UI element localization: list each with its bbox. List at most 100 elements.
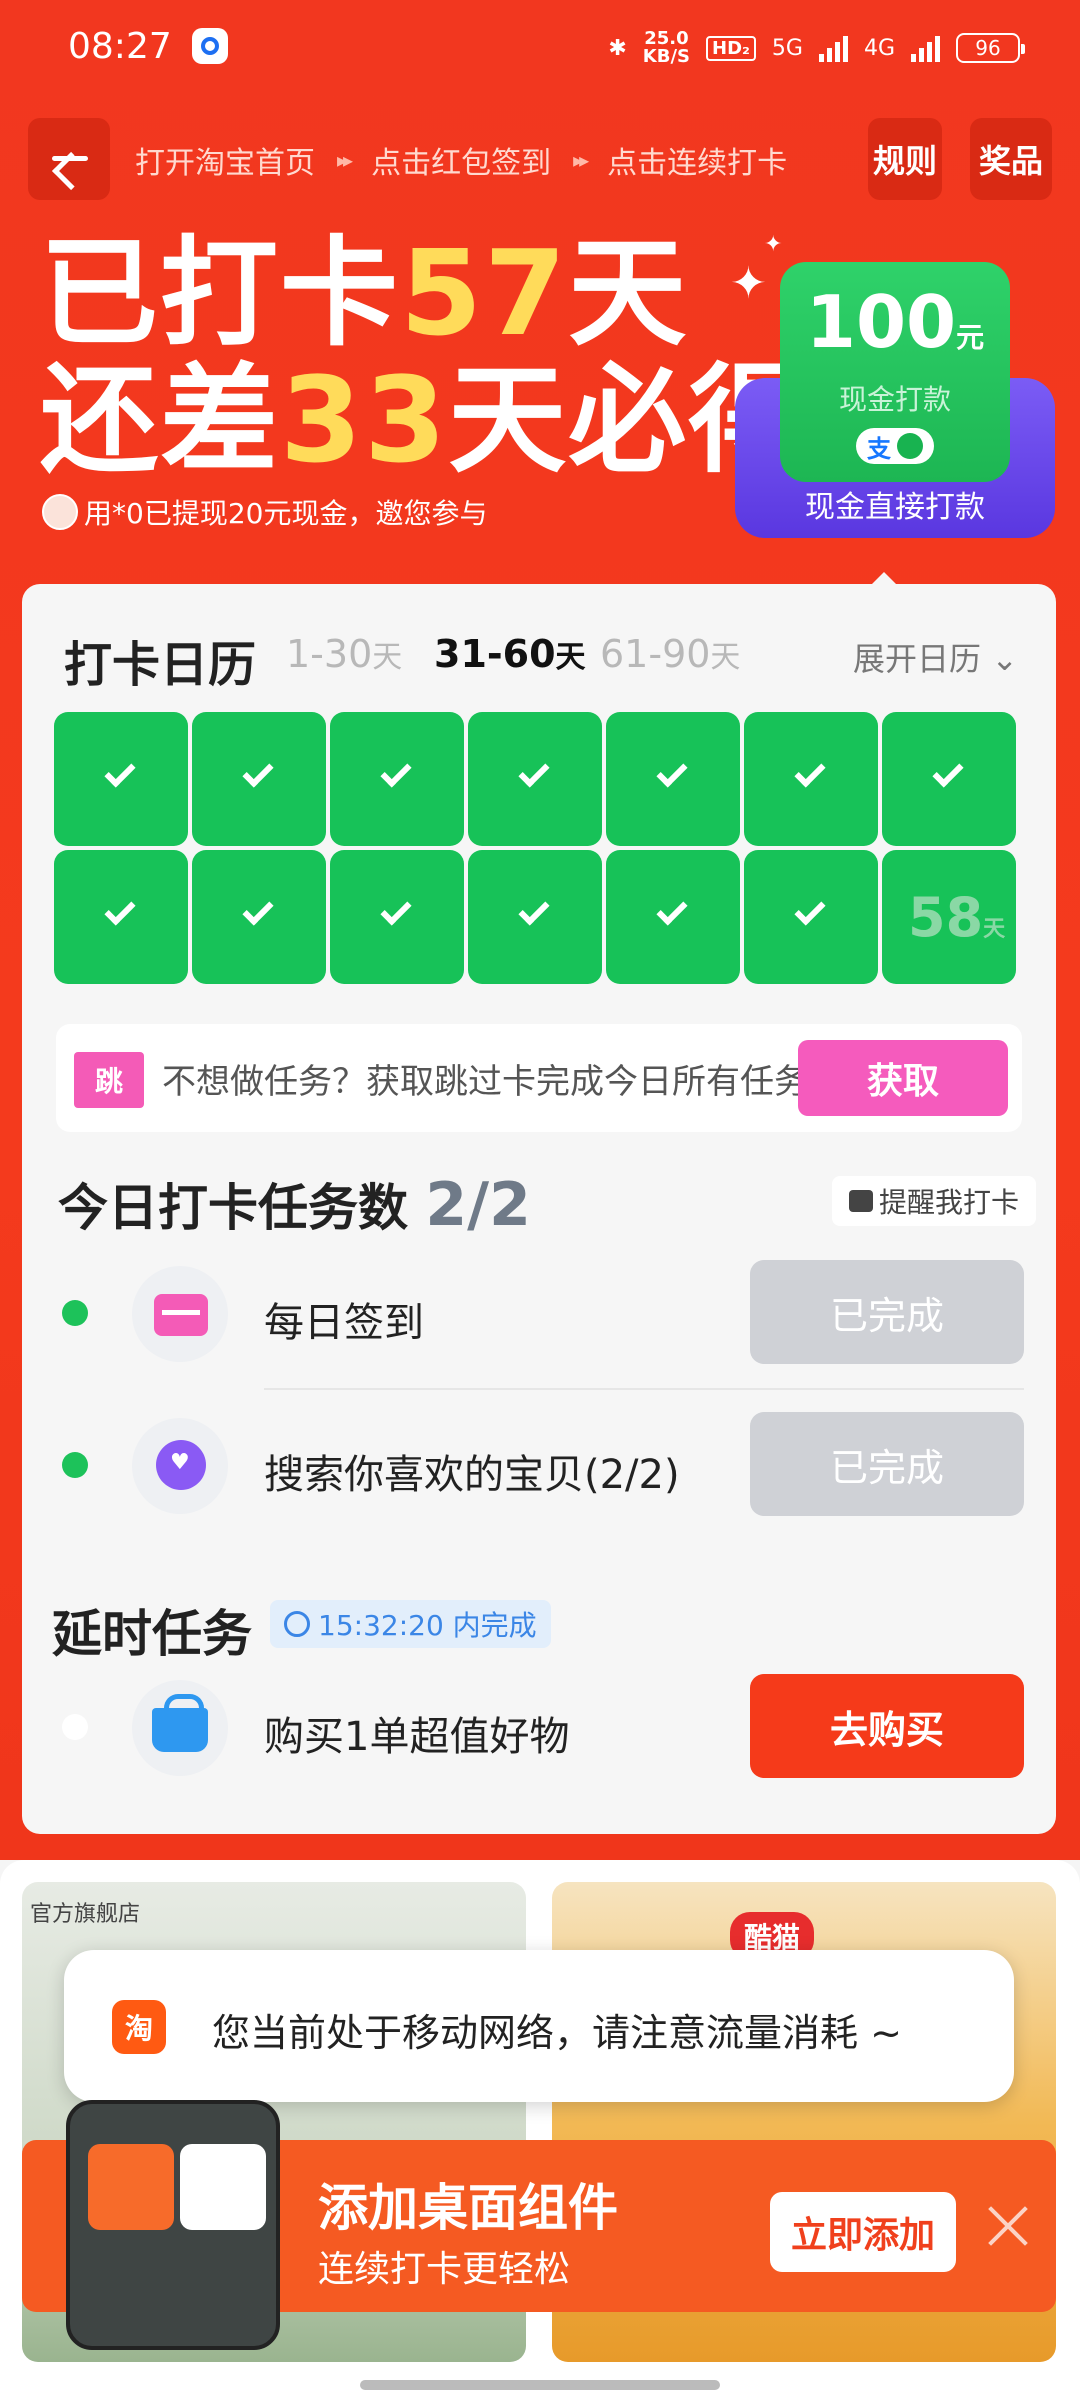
step-3: 点击连续打卡 <box>607 146 788 181</box>
task-name: 搜索你喜欢的宝贝(2/2) <box>264 1452 680 1498</box>
phone-preview-image <box>66 2100 280 2350</box>
hero-subtitle: 用*0已提现20元现金，邀您参与 <box>42 492 487 532</box>
alipay-icon: 支 <box>856 428 934 464</box>
task-icon-wrap <box>132 1418 228 1514</box>
get-skip-card-button[interactable]: 获取 <box>798 1040 1008 1116</box>
calendar-day-checked <box>744 850 878 984</box>
status-time: 08:27 <box>68 26 172 67</box>
net-speed: 25.0 KB/S <box>642 28 691 67</box>
signal-4g-label: 4G <box>863 35 895 61</box>
task-item-purchase: 购买1单超值好物 去购买 <box>58 1674 1024 1780</box>
tab-range-61-90[interactable]: 61-90天 <box>600 632 740 676</box>
clock-icon <box>284 1611 310 1637</box>
home-indicator[interactable] <box>360 2380 720 2390</box>
signal-icon-2 <box>911 34 940 62</box>
task-icon-wrap <box>132 1266 228 1362</box>
step-guide: 打开淘宝首页 ▸▸ 点击红包签到 ▸▸ 点击连续打卡 <box>135 138 787 182</box>
step-1: 打开淘宝首页 <box>135 146 315 181</box>
widget-subtitle: 连续打卡更轻松 <box>318 2249 571 2290</box>
calendar-day-checked <box>468 850 602 984</box>
check-icon <box>794 756 826 788</box>
task-name: 每日签到 <box>264 1300 424 1346</box>
calendar-icon <box>848 1190 873 1212</box>
status-bar: 08:27 ✱ 25.0 KB/S HD₂ 5G 4G 96 <box>0 0 1080 96</box>
toast-message: 您当前处于移动网络，请注意流量消耗 ~ <box>212 2011 902 2055</box>
sparkle-icon: ✦ <box>730 258 767 309</box>
calendar-day-checked <box>744 712 878 846</box>
calendar-day-checked <box>330 712 464 846</box>
skip-card-banner: 跳 不想做任务？获取跳过卡完成今日所有任务 获取 <box>56 1024 1022 1132</box>
calendar-title: 打卡日历 <box>64 637 257 693</box>
rules-button[interactable]: 规则 <box>868 118 942 200</box>
task-done-button[interactable]: 已完成 <box>750 1260 1024 1364</box>
calendar-day-checked <box>192 712 326 846</box>
task-name: 购买1单超值好物 <box>264 1714 570 1760</box>
reward-label: 现金打款 <box>838 383 951 416</box>
calendar-day-checked <box>54 712 188 846</box>
task-icon-wrap <box>132 1680 228 1776</box>
check-icon <box>380 756 412 788</box>
check-icon <box>242 756 274 788</box>
battery-icon: 96 <box>956 33 1025 63</box>
product-brand: 官方旗舰店 <box>30 1902 141 1927</box>
calendar-day-checked <box>54 850 188 984</box>
signal-5g-label: 5G <box>771 35 803 61</box>
check-icon <box>380 894 412 926</box>
step-2: 点击红包签到 <box>371 146 552 181</box>
widget-title: 添加桌面组件 <box>318 2179 618 2237</box>
back-arrow-icon[interactable] <box>28 118 110 200</box>
reward-caption: 现金直接打款 <box>805 490 985 525</box>
add-now-button[interactable]: 立即添加 <box>770 2192 956 2272</box>
check-icon <box>242 894 274 926</box>
tab-range-1-30[interactable]: 1-30天 <box>286 632 402 676</box>
calendar-day-checked <box>882 712 1016 846</box>
prize-button[interactable]: 奖品 <box>970 118 1052 200</box>
tab-range-31-60[interactable]: 31-60天 <box>434 632 586 676</box>
step-arrow-icon: ▸▸ <box>573 148 589 172</box>
check-icon <box>518 756 550 788</box>
basket-icon <box>152 1694 208 1752</box>
app-notification-icon <box>192 28 228 64</box>
reward-card[interactable]: 100元 现金打款 支 <box>780 262 1010 482</box>
calendar-day-checked <box>192 850 326 984</box>
reward-amount: 100元 <box>805 280 985 364</box>
check-icon <box>104 894 136 926</box>
check-icon <box>932 756 964 788</box>
task-status-dot <box>62 1714 88 1740</box>
task-item-search: 搜索你喜欢的宝贝(2/2) 已完成 <box>58 1412 1024 1518</box>
tasks-title: 今日打卡任务数 2/2 <box>58 1170 531 1240</box>
taobao-logo-icon: 淘 <box>112 2000 166 2054</box>
today-day-number: 58天 <box>908 886 1006 949</box>
task-status-dot <box>62 1452 88 1478</box>
close-icon[interactable] <box>982 2200 1034 2252</box>
go-buy-button[interactable]: 去购买 <box>750 1674 1024 1778</box>
add-widget-banner: 添加桌面组件 连续打卡更轻松 立即添加 <box>22 2100 1056 2350</box>
step-arrow-icon: ▸▸ <box>337 148 353 172</box>
check-icon <box>656 894 688 926</box>
network-toast: 淘 您当前处于移动网络，请注意流量消耗 ~ <box>64 1950 1014 2102</box>
status-icons: ✱ 25.0 KB/S HD₂ 5G 4G 96 <box>608 28 1025 67</box>
hero-line-1: 已打卡57天 <box>40 224 689 362</box>
calendar-day-checked <box>606 850 740 984</box>
calendar-day-checked <box>606 712 740 846</box>
search-heart-icon <box>156 1440 206 1490</box>
calendar-day-today: 58天 <box>882 850 1016 984</box>
countdown-badge: 15:32:20 内完成 <box>270 1600 551 1648</box>
calendar-day-checked <box>468 712 602 846</box>
task-done-button[interactable]: 已完成 <box>750 1412 1024 1516</box>
bluetooth-icon: ✱ <box>608 35 627 61</box>
skip-text: 不想做任务？获取跳过卡完成今日所有任务 <box>162 1062 808 1102</box>
check-icon <box>104 756 136 788</box>
expand-calendar-button[interactable]: 展开日历 ⌄ <box>853 634 1018 680</box>
tasks-count: 2/2 <box>425 1170 531 1240</box>
hero-line-2: 还差33天必得 <box>40 351 809 489</box>
hd-icon: HD₂ <box>706 35 756 61</box>
check-icon <box>518 894 550 926</box>
calendar-day-checked <box>330 850 464 984</box>
chevron-down-icon: ⌄ <box>991 640 1018 678</box>
sparkle-small-icon: ✦ <box>764 232 783 257</box>
signal-icon <box>818 34 848 62</box>
check-icon <box>794 894 826 926</box>
divider <box>264 1388 1024 1390</box>
remind-me-button[interactable]: 提醒我打卡 <box>832 1176 1036 1226</box>
